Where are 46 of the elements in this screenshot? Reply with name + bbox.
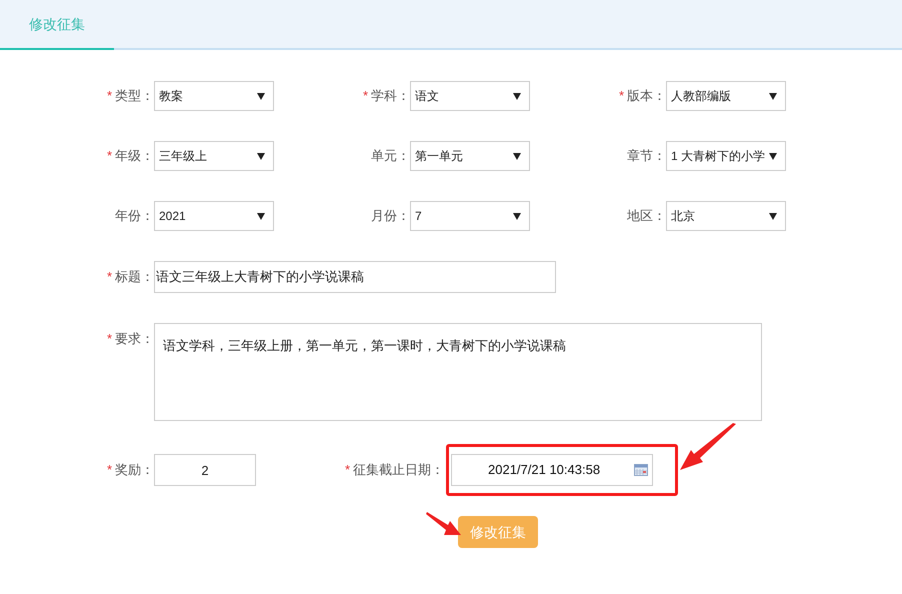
title-field[interactable]: 语文三年级上大青树下的小学说课稿: [154, 261, 556, 293]
dropdown[interactable]: 7: [410, 201, 530, 231]
caret-icon: [513, 92, 521, 100]
field-label: 年份：: [115, 207, 154, 226]
required-mark: *: [106, 461, 112, 480]
caret-icon: [257, 152, 265, 160]
caret-icon: [769, 212, 777, 220]
dropdown[interactable]: 语文: [410, 81, 530, 111]
caret-icon: [257, 92, 265, 100]
caret-icon: [513, 152, 521, 160]
dropdown[interactable]: 三年级上: [154, 141, 274, 171]
calendar-icon: [634, 464, 648, 476]
caret-icon: [513, 212, 521, 220]
annotation-arrow: [678, 423, 738, 473]
required-mark: *: [106, 87, 112, 106]
dropdown[interactable]: 人教部编版: [666, 81, 786, 111]
caret-icon: [769, 152, 777, 160]
field-label: 征集截止日期：: [353, 461, 444, 480]
caret-icon: [257, 212, 265, 220]
required-mark: *: [106, 147, 112, 166]
field-label: 版本：: [627, 87, 666, 106]
date-field[interactable]: 2021/7/21 10:43:58: [451, 454, 653, 486]
field-label: 章节：: [627, 147, 666, 166]
required-mark: *: [106, 268, 112, 286]
field-label: 年级：: [115, 147, 154, 166]
field-label: 要求：: [115, 330, 154, 348]
caret-icon: [769, 92, 777, 100]
annotation-arrow: [426, 511, 462, 537]
field-label: 标题：: [115, 268, 154, 286]
dropdown[interactable]: 第一单元: [410, 141, 530, 171]
required-mark: *: [106, 330, 112, 348]
required-mark: *: [344, 461, 350, 480]
field-label: 类型：: [115, 87, 154, 106]
dropdown[interactable]: 教案: [154, 81, 274, 111]
reward-field[interactable]: 2: [154, 454, 256, 486]
required-mark: *: [618, 87, 624, 106]
field-label: 单元：: [371, 147, 410, 166]
field-label: 奖励：: [115, 461, 154, 480]
field-label: 地区：: [627, 207, 666, 226]
field-label: 月份：: [371, 207, 410, 226]
required-mark: *: [362, 87, 368, 106]
field-label: 学科：: [371, 87, 410, 106]
dropdown[interactable]: 北京: [666, 201, 786, 231]
dropdown[interactable]: 1 大青树下的小学: [666, 141, 786, 171]
requirement-field[interactable]: 语文学科，三年级上册，第一单元，第一课时，大青树下的小学说课稿: [154, 323, 762, 421]
dropdown[interactable]: 2021: [154, 201, 274, 231]
